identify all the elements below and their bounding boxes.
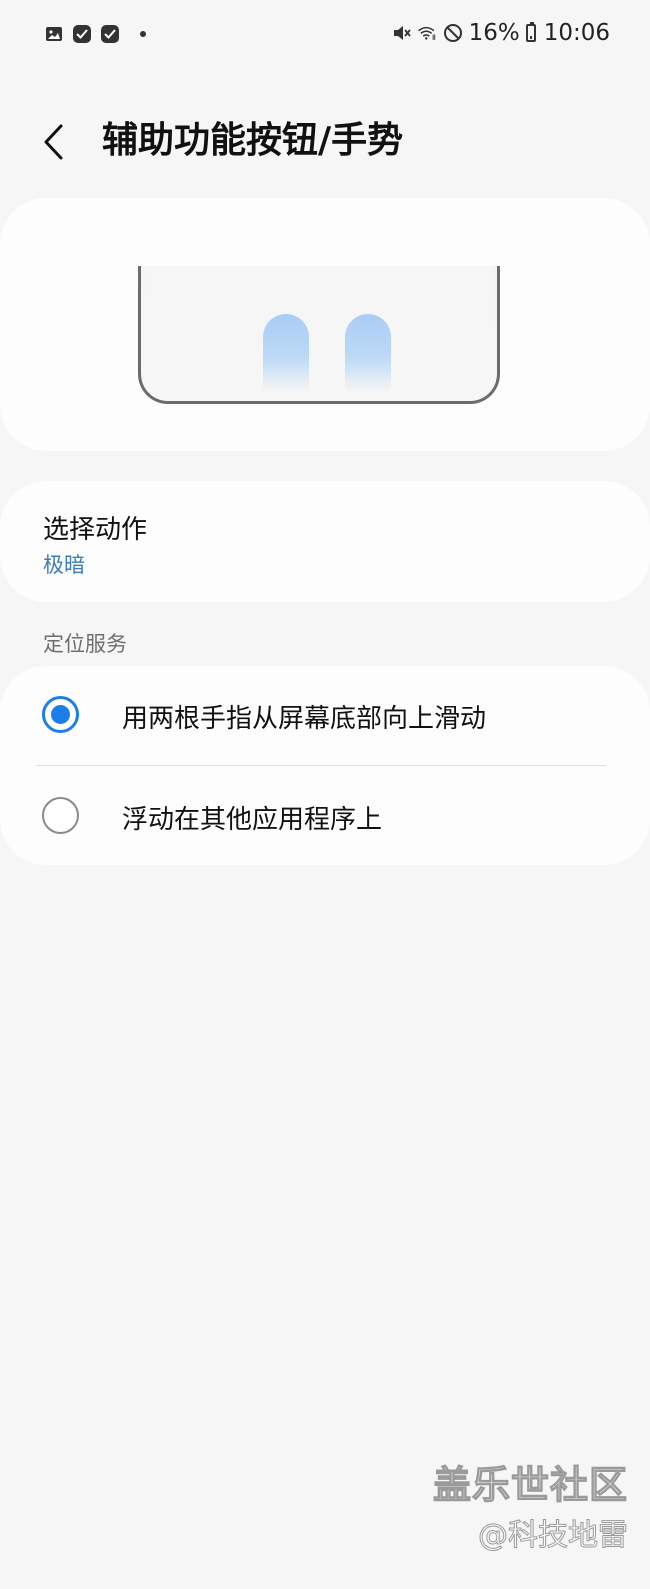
radio-button-unselected[interactable] xyxy=(42,797,79,834)
gesture-preview-card xyxy=(0,198,650,451)
phone-screen xyxy=(145,266,493,397)
radio-button-selected[interactable] xyxy=(42,696,79,733)
gallery-icon xyxy=(44,24,64,44)
option-two-finger-swipe[interactable]: 用两根手指从屏幕底部向上滑动 xyxy=(0,666,650,764)
battery-icon xyxy=(525,22,536,42)
status-left xyxy=(44,24,146,44)
clock: 10:06 xyxy=(543,20,610,46)
select-action-item[interactable]: 选择动作 极暗 xyxy=(0,481,650,602)
back-button[interactable] xyxy=(30,118,78,166)
option-label: 用两根手指从屏幕底部向上滑动 xyxy=(122,704,487,734)
chevron-left-icon xyxy=(44,124,63,160)
select-action-title: 选择动作 xyxy=(43,515,148,545)
option-float-over-apps[interactable]: 浮动在其他应用程序上 xyxy=(0,767,650,865)
do-not-disturb-icon xyxy=(443,23,463,43)
status-bar: 16% 10:06 xyxy=(0,0,650,70)
header: 辅助功能按钮/手势 xyxy=(0,110,650,174)
watermark-community: 盖乐世社区 xyxy=(432,1462,628,1507)
battery-percent: 16% xyxy=(468,20,520,46)
wifi-icon xyxy=(417,23,437,43)
check-app-icon xyxy=(72,24,92,44)
notification-dot xyxy=(140,31,146,37)
section-header: 定位服务 xyxy=(43,632,127,656)
options-card: 用两根手指从屏幕底部向上滑动 浮动在其他应用程序上 xyxy=(0,666,650,865)
mute-icon xyxy=(391,23,411,43)
select-action-value: 极暗 xyxy=(43,553,85,577)
status-right: 16% 10:06 xyxy=(391,20,610,46)
phone-illustration xyxy=(138,266,500,404)
watermark-author: @科技地雷 xyxy=(478,1518,629,1554)
page-title: 辅助功能按钮/手势 xyxy=(102,120,404,161)
divider xyxy=(36,765,606,766)
finger-left-illustration xyxy=(263,314,309,392)
check-app-icon-2 xyxy=(100,24,120,44)
option-label: 浮动在其他应用程序上 xyxy=(122,805,383,835)
finger-right-illustration xyxy=(345,314,391,392)
